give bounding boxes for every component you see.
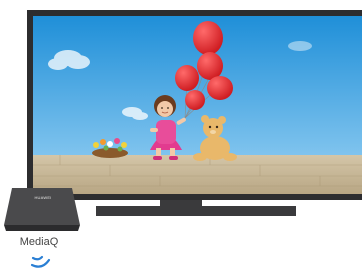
brand-logo: HUAWEI — [33, 195, 53, 200]
scene-svg — [4, 10, 362, 268]
media-box-top — [4, 188, 80, 225]
tv-stand-base — [96, 206, 296, 216]
brand-logo-text: HUAWEI — [34, 195, 52, 200]
wireless-signal-icon — [30, 255, 51, 268]
illustration-stage: HUAWEI MediaQ — [0, 0, 362, 273]
device-label: MediaQ — [19, 236, 59, 248]
tv — [27, 10, 362, 216]
media-box-front — [4, 225, 80, 231]
stone-wall — [33, 155, 362, 194]
tv-stand-neck — [160, 200, 202, 206]
